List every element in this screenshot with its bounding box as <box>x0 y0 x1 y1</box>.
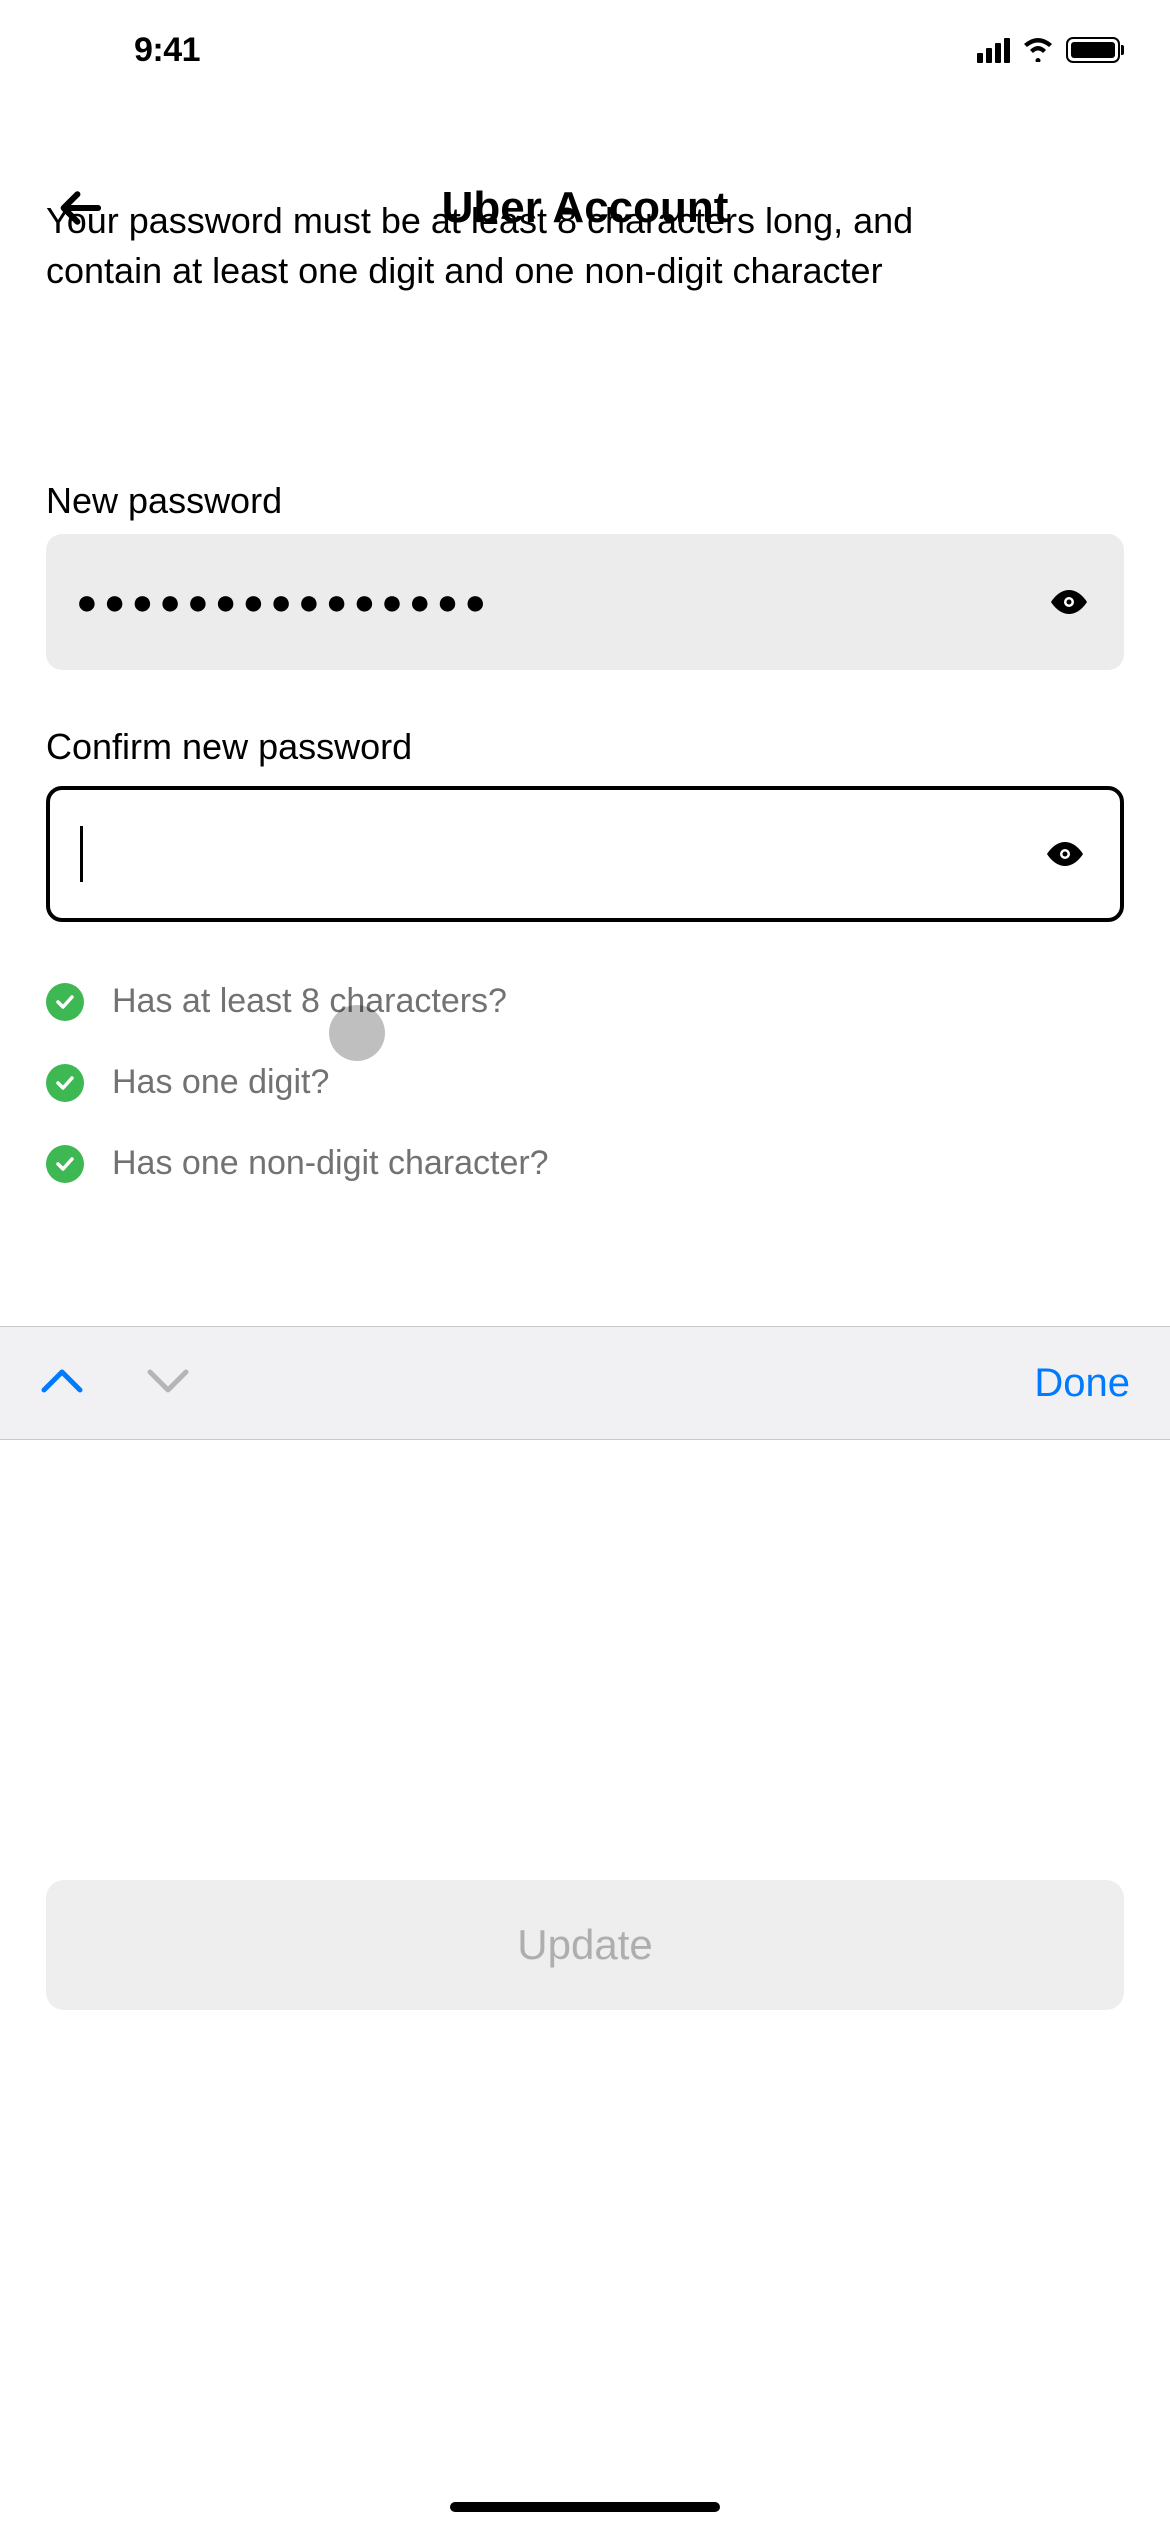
check-icon <box>54 1153 76 1175</box>
next-field-button[interactable] <box>146 1366 190 1401</box>
status-icons <box>977 37 1120 63</box>
check-circle-icon <box>46 1145 84 1183</box>
new-password-input[interactable]: ●●●●●●●●●●●●●●● <box>46 534 1124 670</box>
password-instructions: Your password must be at least 8 charact… <box>46 246 1124 296</box>
new-password-masked-value: ●●●●●●●●●●●●●●● <box>76 581 1044 623</box>
keyboard-done-button[interactable]: Done <box>1034 1361 1130 1406</box>
previous-field-button[interactable] <box>40 1366 84 1401</box>
chevron-down-icon <box>146 1366 190 1396</box>
instructions-cutoff-line: Your password must be at least 8 charact… <box>46 196 1124 246</box>
chevron-up-icon <box>40 1366 84 1396</box>
toggle-confirm-visibility-button[interactable] <box>1040 829 1090 879</box>
battery-icon <box>1066 37 1120 63</box>
home-indicator[interactable] <box>450 2502 720 2512</box>
requirement-item: Has one digit? <box>46 1063 1124 1102</box>
requirement-text: Has one non-digit character? <box>112 1144 549 1183</box>
cellular-signal-icon <box>977 38 1010 63</box>
touch-indicator <box>329 1005 385 1061</box>
check-icon <box>54 991 76 1013</box>
status-time: 9:41 <box>134 31 200 70</box>
toggle-password-visibility-button[interactable] <box>1044 577 1094 627</box>
wifi-icon <box>1022 38 1054 62</box>
keyboard-accessory-bar: Done <box>0 1326 1170 1440</box>
confirm-password-input[interactable] <box>46 786 1124 922</box>
update-button[interactable]: Update <box>46 1880 1124 2010</box>
text-cursor <box>80 826 83 882</box>
new-password-label: New password <box>46 480 282 522</box>
confirm-password-label: Confirm new password <box>46 726 412 768</box>
requirement-item: Has one non-digit character? <box>46 1144 1124 1183</box>
check-circle-icon <box>46 1064 84 1102</box>
check-circle-icon <box>46 983 84 1021</box>
eye-icon <box>1048 588 1090 616</box>
check-icon <box>54 1072 76 1094</box>
confirm-password-value <box>80 826 1040 882</box>
password-requirements: Has at least 8 characters? Has one digit… <box>46 982 1124 1183</box>
instructions-visible-line: contain at least one digit and one non-d… <box>46 246 1124 296</box>
requirement-text: Has at least 8 characters? <box>112 982 507 1021</box>
requirement-text: Has one digit? <box>112 1063 329 1102</box>
eye-icon <box>1044 840 1086 868</box>
status-bar: 9:41 <box>0 0 1170 100</box>
requirement-item: Has at least 8 characters? <box>46 982 1124 1021</box>
